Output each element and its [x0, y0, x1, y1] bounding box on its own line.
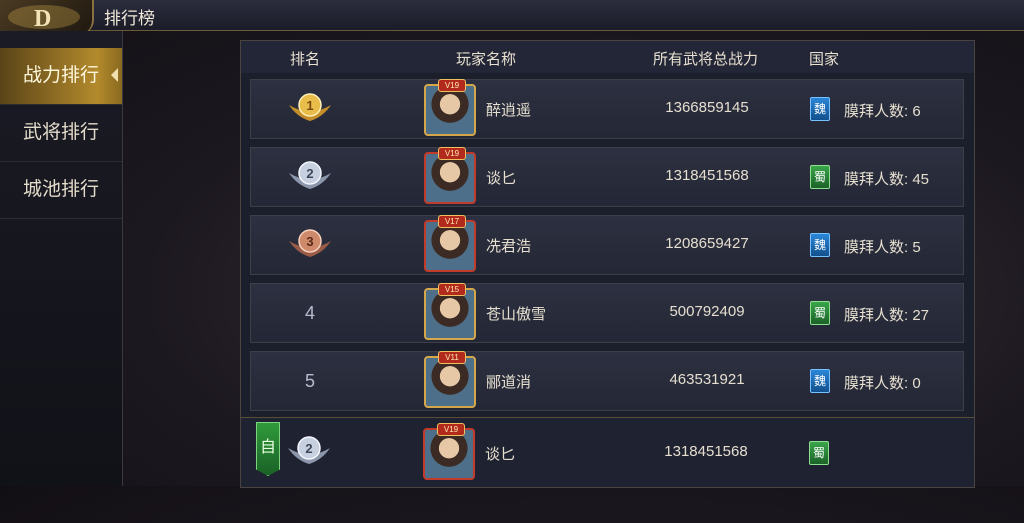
sidebar-item-general-ranking[interactable]: 武将排行	[0, 105, 122, 162]
player-name: 冼君浩	[486, 238, 532, 255]
avatar[interactable]: V19	[423, 423, 475, 480]
country-flag-shu-icon: 蜀	[810, 301, 830, 325]
gold-medal-icon: 1	[289, 93, 331, 121]
rank-number: 5	[304, 371, 315, 391]
medal-rank: 2	[306, 166, 313, 181]
worship-label: 膜拜人数:	[844, 307, 909, 324]
total-power: 1208659427	[665, 235, 749, 252]
worship-number: 27	[912, 307, 930, 324]
worship-label: 膜拜人数:	[844, 239, 909, 256]
header-rank: 排名	[290, 51, 321, 68]
vip-badge: V15	[438, 283, 466, 296]
avatar[interactable]: V15	[424, 283, 476, 340]
medal-rank: 3	[306, 234, 313, 249]
silver-medal-icon: 2	[289, 161, 331, 189]
avatar[interactable]: V19	[424, 79, 476, 136]
total-power: 1318451568	[665, 167, 749, 184]
self-rank-row[interactable]: 自己 2 V19 谈匕 1318451568 蜀	[241, 417, 974, 487]
logo-letter: D	[34, 6, 51, 32]
sidebar-item-city-ranking[interactable]: 城池排行	[0, 162, 122, 219]
worship-count: 膜拜人数: 5	[844, 236, 921, 257]
silver-medal-icon: 2	[288, 436, 330, 464]
header-total-power: 所有武将总战力	[653, 51, 759, 68]
player-name: 郦道消	[486, 374, 532, 391]
worship-number: 0	[912, 375, 921, 392]
worship-number: 6	[912, 103, 921, 120]
player-name: 谈匕	[486, 170, 517, 187]
table-row[interactable]: 5 V11 郦道消 463531921 魏 膜拜人数: 0	[250, 351, 964, 411]
vip-badge: V11	[438, 351, 466, 364]
vip-badge: V17	[438, 215, 466, 228]
header-player-name: 玩家名称	[456, 51, 517, 68]
worship-label: 膜拜人数:	[844, 103, 909, 120]
sidebar-item-label: 城池排行	[22, 179, 99, 200]
player-name: 谈匕	[485, 446, 516, 463]
total-power: 1318451568	[664, 443, 748, 460]
header-country: 国家	[809, 51, 840, 68]
active-arrow-icon	[111, 68, 118, 82]
title-bar: D 排行榜	[0, 0, 1024, 34]
country-flag-shu-icon: 蜀	[809, 441, 829, 465]
medal-rank: 2	[305, 441, 312, 456]
worship-number: 5	[912, 239, 921, 256]
table-row[interactable]: 1 V19 醉逍遥 1366859145 魏 膜拜人数: 6	[250, 79, 964, 139]
player-name: 醉逍遥	[486, 102, 532, 119]
sidebar: 战力排行 武将排行 城池排行	[0, 31, 123, 486]
medal-rank: 1	[306, 98, 313, 113]
worship-count: 膜拜人数: 45	[844, 168, 929, 189]
bronze-medal-icon: 3	[289, 229, 331, 257]
worship-count: 膜拜人数: 6	[844, 100, 921, 121]
worship-label: 膜拜人数:	[844, 375, 909, 392]
sidebar-item-label: 战力排行	[22, 65, 99, 86]
vip-badge: V19	[437, 423, 465, 436]
total-power: 1366859145	[665, 99, 749, 116]
country-flag-wei-icon: 魏	[810, 233, 830, 257]
page-title: 排行榜	[104, 9, 155, 28]
worship-count: 膜拜人数: 27	[844, 304, 929, 325]
table-header: 排名 玩家名称 所有武将总战力 国家	[241, 41, 974, 73]
country-flag-wei-icon: 魏	[810, 369, 830, 393]
avatar[interactable]: V17	[424, 215, 476, 272]
country-flag-shu-icon: 蜀	[810, 165, 830, 189]
table-row[interactable]: 3 V17 冼君浩 1208659427 魏 膜拜人数: 5	[250, 215, 964, 275]
total-power: 463531921	[669, 371, 745, 388]
player-name: 苍山傲雪	[486, 306, 547, 323]
avatar[interactable]: V11	[424, 351, 476, 408]
vip-badge: V19	[438, 147, 466, 160]
total-power: 500792409	[669, 303, 745, 320]
rank-number: 4	[304, 303, 315, 323]
sidebar-item-power-ranking[interactable]: 战力排行	[0, 48, 122, 105]
game-logo: D	[0, 0, 94, 34]
table-row[interactable]: 4 V15 苍山傲雪 500792409 蜀 膜拜人数: 27	[250, 283, 964, 343]
worship-count: 膜拜人数: 0	[844, 372, 921, 393]
vip-badge: V19	[438, 79, 466, 92]
worship-number: 45	[912, 171, 930, 188]
avatar[interactable]: V19	[424, 147, 476, 204]
country-flag-wei-icon: 魏	[810, 97, 830, 121]
ranking-panel: 排名 玩家名称 所有武将总战力 国家 1 V19 醉逍遥 1366859145 …	[240, 40, 975, 488]
table-row[interactable]: 2 V19 谈匕 1318451568 蜀 膜拜人数: 45	[250, 147, 964, 207]
worship-label: 膜拜人数:	[844, 171, 909, 188]
self-tag: 自己	[256, 422, 280, 476]
sidebar-item-label: 武将排行	[22, 122, 99, 143]
